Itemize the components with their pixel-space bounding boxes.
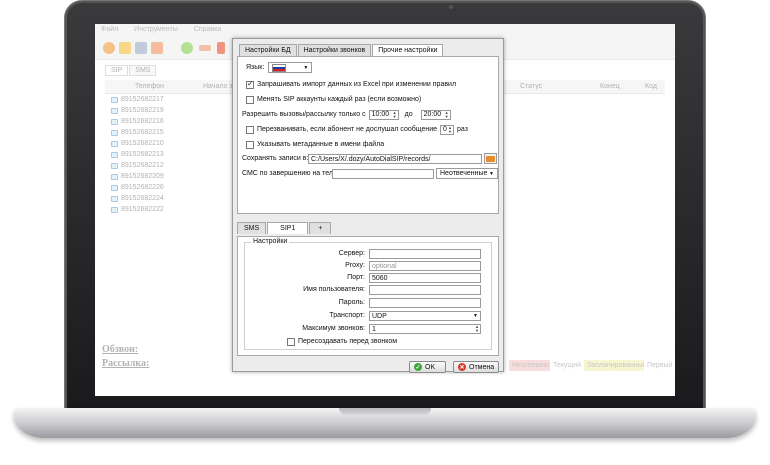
tab-sip1[interactable]: SIP1 <box>267 222 309 234</box>
laptop-base <box>14 408 756 438</box>
username-row: Имя пользователя: <box>245 285 493 296</box>
metadata-row: Указывать метаданные в имени файла <box>246 139 384 150</box>
password-label: Пароль: <box>338 299 365 306</box>
server-row: Сервер: <box>245 249 493 260</box>
recall-row: Перезванивать, если абонент не дослушал … <box>246 124 468 135</box>
tab-add-account[interactable]: + <box>309 222 332 234</box>
tab-sms-account[interactable]: SMS <box>237 222 267 234</box>
language-row: Язык: ▼ <box>246 62 313 73</box>
transport-label: Транспорт: <box>329 312 365 319</box>
language-select[interactable]: ▼ <box>268 62 313 73</box>
close-icon: ✕ <box>458 363 466 371</box>
check-icon: ✓ <box>414 363 422 371</box>
transport-row: Транспорт: UDP ▼ <box>245 311 493 322</box>
max-calls-row: Максимум звонков: 1 ▲ ▼ <box>245 324 493 335</box>
allow-calls-label: Разрешить вызовы/рассылку только с <box>242 111 366 118</box>
proxy-input[interactable]: optional <box>369 261 481 271</box>
time-to-label: до <box>404 111 413 118</box>
server-label: Сервер: <box>338 250 365 257</box>
username-label: Имя пользователя: <box>303 286 365 293</box>
sip-account-panel: Настройки Сервер: Proxy: optional Порт: … <box>237 236 499 356</box>
spin-arrows-icon: ▲ ▼ <box>392 109 397 119</box>
sms-row: СМС по завершению на тел: Неотвеченные ▼ <box>242 168 498 179</box>
recall-checkbox[interactable] <box>246 125 254 134</box>
server-input[interactable] <box>369 249 481 259</box>
import-excel-label: Запрашивать импорт данных из Excel при и… <box>257 81 457 88</box>
laptop-notch <box>339 408 431 415</box>
proxy-label: Proxy: <box>345 262 365 269</box>
recreate-label: Пересоздавать перед звонком <box>298 338 398 345</box>
time-from-spinner[interactable]: 10:00 ▲ ▼ <box>368 109 399 120</box>
chevron-down-icon: ▼ <box>489 170 494 177</box>
spin-arrows-icon: ▲ ▼ <box>448 124 453 134</box>
save-records-row: Сохранять записи в: C:/Users/X/.dozy/Aut… <box>242 153 497 164</box>
cancel-button[interactable]: ✕ Отмена <box>453 361 500 373</box>
language-label: Язык: <box>246 64 265 71</box>
spin-arrows-icon: ▲ ▼ <box>444 109 449 119</box>
tab-db-settings[interactable]: Настройки БД <box>239 44 297 56</box>
time-from-value: 10:00 <box>371 111 390 118</box>
settings-group: Настройки Сервер: Proxy: optional Порт: … <box>244 238 493 350</box>
port-input[interactable]: 5060 <box>369 273 481 283</box>
recall-suffix: раз <box>457 126 468 133</box>
other-settings-panel: Язык: ▼ Запрашивать импорт данных из Exc… <box>237 56 499 214</box>
metadata-label: Указывать метаданные в имени файла <box>257 141 385 148</box>
password-input[interactable] <box>369 298 481 308</box>
cancel-label: Отмена <box>469 363 495 371</box>
spin-arrows-icon: ▲ ▼ <box>475 324 479 333</box>
ok-label: OK <box>425 363 436 371</box>
camera-dot <box>449 5 453 9</box>
change-sip-row: Менять SIP аккаунты каждый раз (если воз… <box>246 94 421 105</box>
transport-value: UDP <box>372 312 387 320</box>
transport-select[interactable]: UDP ▼ <box>369 311 481 321</box>
change-sip-checkbox[interactable] <box>246 95 254 104</box>
sms-condition-select[interactable]: Неотвеченные ▼ <box>436 168 498 179</box>
allow-calls-row: Разрешить вызовы/рассылку только с 10:00… <box>242 109 451 120</box>
metadata-checkbox[interactable] <box>246 140 254 149</box>
port-row: Порт: 5060 <box>245 273 493 284</box>
folder-icon <box>486 155 495 162</box>
tab-call-settings[interactable]: Настройки звонков <box>297 44 372 56</box>
max-calls-value: 1 <box>372 325 376 333</box>
browse-folder-button[interactable] <box>484 153 497 164</box>
username-input[interactable] <box>369 285 481 295</box>
import-excel-row: Запрашивать импорт данных из Excel при и… <box>246 79 456 90</box>
max-calls-spinner[interactable]: 1 ▲ ▼ <box>369 324 481 334</box>
save-records-path-field[interactable]: C:/Users/X/.dozy/AutoDialSIP/records/ <box>308 153 482 164</box>
chevron-down-icon: ▼ <box>473 312 478 319</box>
save-records-label: Сохранять записи в: <box>242 155 309 162</box>
recall-count-spinner[interactable]: 0 ▲ ▼ <box>440 124 455 135</box>
screen: Файл Инструменты Справка SIP SMS Телефон … <box>95 24 675 396</box>
password-row: Пароль: <box>245 298 493 309</box>
import-excel-checkbox[interactable] <box>246 79 254 89</box>
sms-phone-field[interactable] <box>332 168 434 179</box>
time-to-spinner[interactable]: 20:00 ▲ ▼ <box>420 109 451 120</box>
max-calls-label: Максимум звонков: <box>302 325 365 332</box>
group-title: Настройки <box>251 238 290 245</box>
russian-flag-icon <box>272 63 287 72</box>
recreate-row: Пересоздавать перед звонком <box>287 336 397 347</box>
settings-dialog: Настройки БД Настройки звонков Прочие на… <box>232 38 504 373</box>
sms-condition-value: Неотвеченные <box>440 170 488 177</box>
change-sip-label: Менять SIP аккаунты каждый раз (если воз… <box>257 96 422 103</box>
dialog-tabs: Настройки БД Настройки звонков Прочие на… <box>239 44 444 56</box>
proxy-row: Proxy: optional <box>245 261 493 272</box>
recreate-checkbox[interactable] <box>287 337 295 346</box>
time-to-value: 20:00 <box>423 111 442 118</box>
chevron-down-icon: ▼ <box>303 64 309 71</box>
account-tabs: SMS SIP1 + <box>237 222 332 234</box>
ok-button[interactable]: ✓ OK <box>409 361 447 373</box>
tab-other-settings[interactable]: Прочие настройки <box>372 44 444 56</box>
sms-label: СМС по завершению на тел: <box>242 170 335 177</box>
recall-label: Перезванивать, если абонент не дослушал … <box>257 126 438 133</box>
port-label: Порт: <box>347 274 365 281</box>
